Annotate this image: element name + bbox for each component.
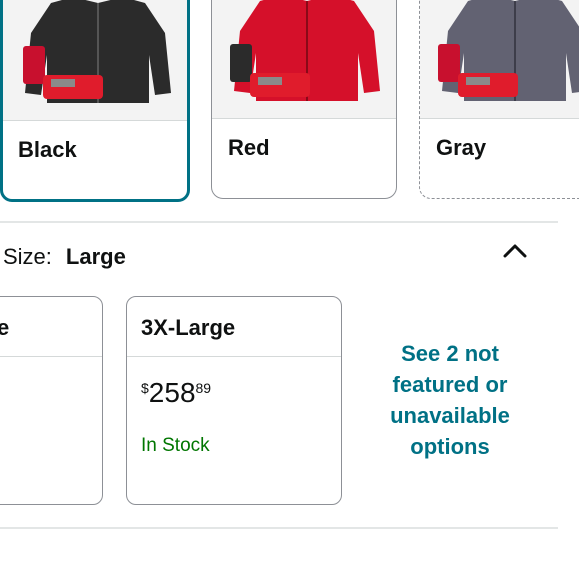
size-selected-value: Large (65, 244, 126, 269)
card-divider (0, 356, 102, 357)
availability-status: In Stock (141, 435, 210, 456)
color-label-black: Black (18, 137, 77, 162)
see-more-options-link[interactable]: See 2 not featured or unavailable option… (370, 338, 530, 462)
size-option-3xl[interactable]: 3X-Large $25889 In Stock (126, 296, 342, 505)
product-image-black (3, 0, 187, 120)
product-image-red (212, 0, 396, 118)
chevron-up-icon[interactable] (501, 240, 529, 260)
section-divider (0, 221, 558, 223)
size-selector-header[interactable]: Size: Large (3, 244, 126, 270)
color-option-red[interactable]: Red (211, 0, 397, 199)
product-image-gray (420, 0, 579, 118)
size-option-label: e (0, 315, 9, 341)
size-option-label: 3X-Large (141, 315, 236, 340)
section-divider (0, 527, 558, 529)
card-divider (3, 120, 187, 121)
price-fraction: 89 (195, 380, 212, 396)
card-divider (212, 118, 396, 119)
color-option-black[interactable]: Black (0, 0, 190, 202)
size-option-partial[interactable]: e (0, 296, 103, 505)
price: $25889 (141, 377, 211, 409)
price-symbol: $ (141, 380, 149, 396)
color-option-gray[interactable]: Gray (419, 0, 579, 199)
price-whole: 258 (148, 377, 196, 408)
color-label-red: Red (228, 135, 270, 160)
color-label-gray: Gray (436, 135, 487, 160)
card-divider (420, 118, 579, 119)
card-divider (127, 356, 341, 357)
size-key-label: Size: (3, 244, 52, 269)
